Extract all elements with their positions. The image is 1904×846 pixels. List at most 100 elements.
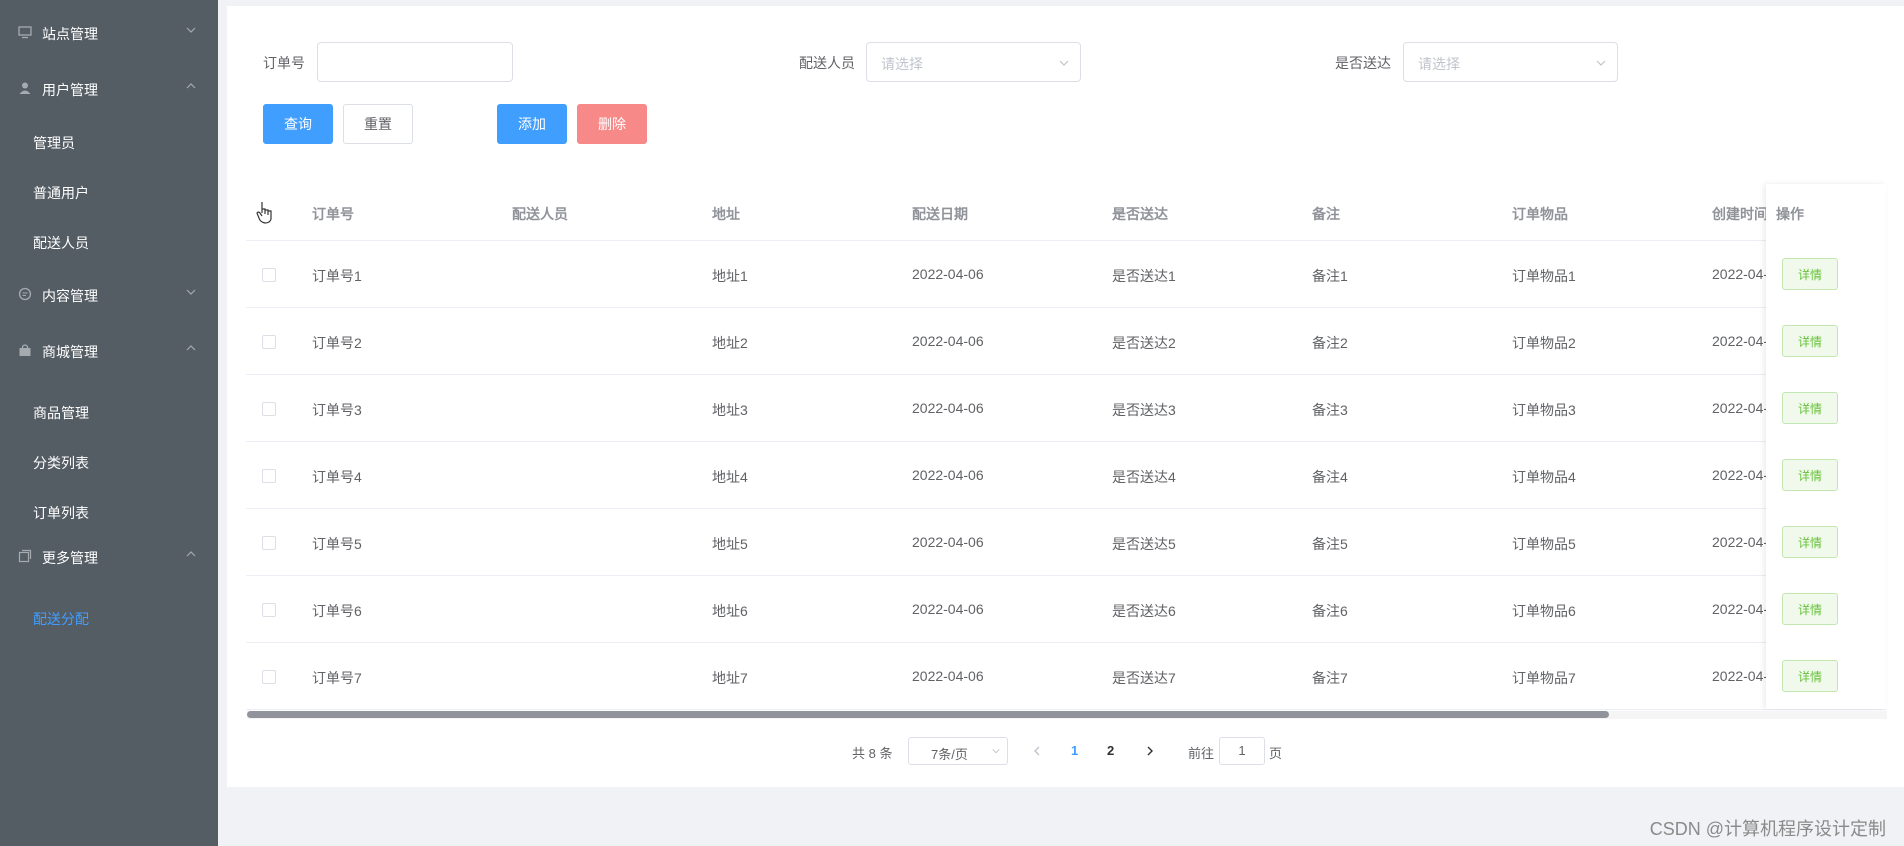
scrollbar-thumb[interactable] [247, 711, 1609, 718]
chevron-up-icon [186, 345, 196, 351]
col-operations: 操作 [1776, 206, 1804, 222]
detail-button[interactable]: 详情 [1782, 660, 1838, 692]
cell-remark: 备注4 [1312, 469, 1348, 485]
cell-remark: 备注7 [1312, 670, 1348, 686]
cell-delivered: 是否送达7 [1112, 670, 1176, 686]
row-checkbox[interactable] [262, 268, 276, 282]
cell-delivered: 是否送达3 [1112, 402, 1176, 418]
col-goods[interactable]: 订单物品 [1512, 204, 1568, 224]
menu-group-label: 内容管理 [42, 288, 98, 304]
order-number-input[interactable] [317, 42, 513, 82]
cell-remark: 备注2 [1312, 335, 1348, 351]
cell-goods: 订单物品2 [1512, 335, 1576, 351]
detail-button[interactable]: 详情 [1782, 459, 1838, 491]
detail-button[interactable]: 详情 [1782, 258, 1838, 290]
table-row: 订单号3 地址3 2022-04-06 是否送达3 备注3 订单物品3 2022… [246, 375, 1886, 442]
sidebar-item-normal-user[interactable]: 普通用户 [0, 171, 218, 211]
cell-goods: 订单物品3 [1512, 402, 1576, 418]
sidebar-item-goods[interactable]: 商品管理 [0, 391, 218, 431]
cell-delivered: 是否送达5 [1112, 536, 1176, 552]
sidebar-item-orders[interactable]: 订单列表 [0, 491, 218, 531]
col-courier[interactable]: 配送人员 [512, 204, 568, 224]
order-number-label: 订单号 [263, 55, 305, 71]
cell-date: 2022-04-06 [912, 400, 984, 416]
cell-delivered: 是否送达6 [1112, 603, 1176, 619]
cell-goods: 订单物品6 [1512, 603, 1576, 619]
row-checkbox[interactable] [262, 402, 276, 416]
cell-date: 2022-04-06 [912, 668, 984, 684]
detail-button[interactable]: 详情 [1782, 392, 1838, 424]
cell-remark: 备注1 [1312, 268, 1348, 284]
watermark: CSDN @计算机程序设计定制 [1649, 819, 1886, 839]
cell-order: 订单号2 [312, 335, 362, 351]
menu-group-site[interactable]: 站点管理 [0, 12, 218, 52]
page-size-select[interactable]: 7条/页 [908, 737, 1008, 765]
delivered-label: 是否送达 [1335, 55, 1391, 71]
sidebar-item-category[interactable]: 分类列表 [0, 441, 218, 481]
chevron-down-icon [186, 27, 196, 33]
col-delivered[interactable]: 是否送达 [1112, 204, 1168, 224]
prev-page-icon[interactable] [1031, 745, 1043, 757]
cell-created: 2022-04- [1712, 400, 1769, 416]
cell-order: 订单号6 [312, 603, 362, 619]
cell-delivered: 是否送达4 [1112, 469, 1176, 485]
page-2[interactable]: 2 [1107, 743, 1114, 758]
cell-created: 2022-04- [1712, 534, 1769, 550]
row-checkbox[interactable] [262, 536, 276, 550]
col-remark[interactable]: 备注 [1312, 204, 1340, 224]
menu-group-mall[interactable]: 商城管理 [0, 330, 218, 370]
cell-remark: 备注3 [1312, 402, 1348, 418]
col-order[interactable]: 订单号 [312, 204, 354, 224]
detail-button[interactable]: 详情 [1782, 526, 1838, 558]
chevron-up-icon [186, 551, 196, 557]
col-date[interactable]: 配送日期 [912, 204, 968, 224]
menu-group-content[interactable]: 内容管理 [0, 274, 218, 314]
cell-remark: 备注5 [1312, 536, 1348, 552]
page-unit-label: 页 [1269, 746, 1283, 761]
chevron-down-icon [1596, 60, 1606, 66]
col-created[interactable]: 创建时间 [1712, 204, 1768, 224]
cell-address: 地址1 [712, 268, 748, 284]
menu-group-user[interactable]: 用户管理 [0, 68, 218, 108]
cell-created: 2022-04- [1712, 668, 1769, 684]
table-row: 订单号5 地址5 2022-04-06 是否送达5 备注5 订单物品5 2022… [246, 509, 1886, 576]
row-checkbox[interactable] [262, 469, 276, 483]
row-checkbox[interactable] [262, 335, 276, 349]
courier-select[interactable]: 请选择 [866, 42, 1081, 82]
cell-date: 2022-04-06 [912, 601, 984, 617]
detail-button[interactable]: 详情 [1782, 325, 1838, 357]
col-address[interactable]: 地址 [712, 204, 740, 224]
cell-order: 订单号1 [312, 268, 362, 284]
table-header: 订单号 配送人员 地址 配送日期 是否送达 备注 订单物品 创建时间 [246, 184, 1886, 241]
cell-address: 地址3 [712, 402, 748, 418]
add-button[interactable]: 添加 [497, 104, 567, 144]
page-1[interactable]: 1 [1071, 743, 1078, 758]
copy-icon [18, 549, 32, 563]
goto-page-input[interactable]: 1 [1219, 737, 1265, 765]
chevron-down-icon [1059, 60, 1069, 66]
sidebar-item-courier[interactable]: 配送人员 [0, 221, 218, 261]
row-checkbox[interactable] [262, 603, 276, 617]
next-page-icon[interactable] [1144, 745, 1156, 757]
cell-date: 2022-04-06 [912, 266, 984, 282]
cell-address: 地址7 [712, 670, 748, 686]
sidebar-item-dispatch[interactable]: 配送分配 [0, 597, 218, 637]
chevron-down-icon [992, 748, 1000, 754]
reset-button[interactable]: 重置 [343, 104, 413, 144]
cell-remark: 备注6 [1312, 603, 1348, 619]
horizontal-scrollbar[interactable] [247, 711, 1887, 719]
cell-order: 订单号3 [312, 402, 362, 418]
detail-button[interactable]: 详情 [1782, 593, 1838, 625]
cell-order: 订单号4 [312, 469, 362, 485]
delete-button[interactable]: 删除 [577, 104, 647, 144]
row-checkbox[interactable] [262, 670, 276, 684]
delivered-select[interactable]: 请选择 [1403, 42, 1618, 82]
menu-group-more[interactable]: 更多管理 [0, 536, 218, 576]
menu-group-label: 用户管理 [42, 82, 98, 98]
query-button[interactable]: 查询 [263, 104, 333, 144]
sidebar-item-admin[interactable]: 管理员 [0, 121, 218, 161]
cell-order: 订单号5 [312, 536, 362, 552]
table-row: 订单号7 地址7 2022-04-06 是否送达7 备注7 订单物品7 2022… [246, 643, 1886, 710]
pagination-total: 共 8 条 [852, 746, 893, 761]
cell-created: 2022-04- [1712, 467, 1769, 483]
